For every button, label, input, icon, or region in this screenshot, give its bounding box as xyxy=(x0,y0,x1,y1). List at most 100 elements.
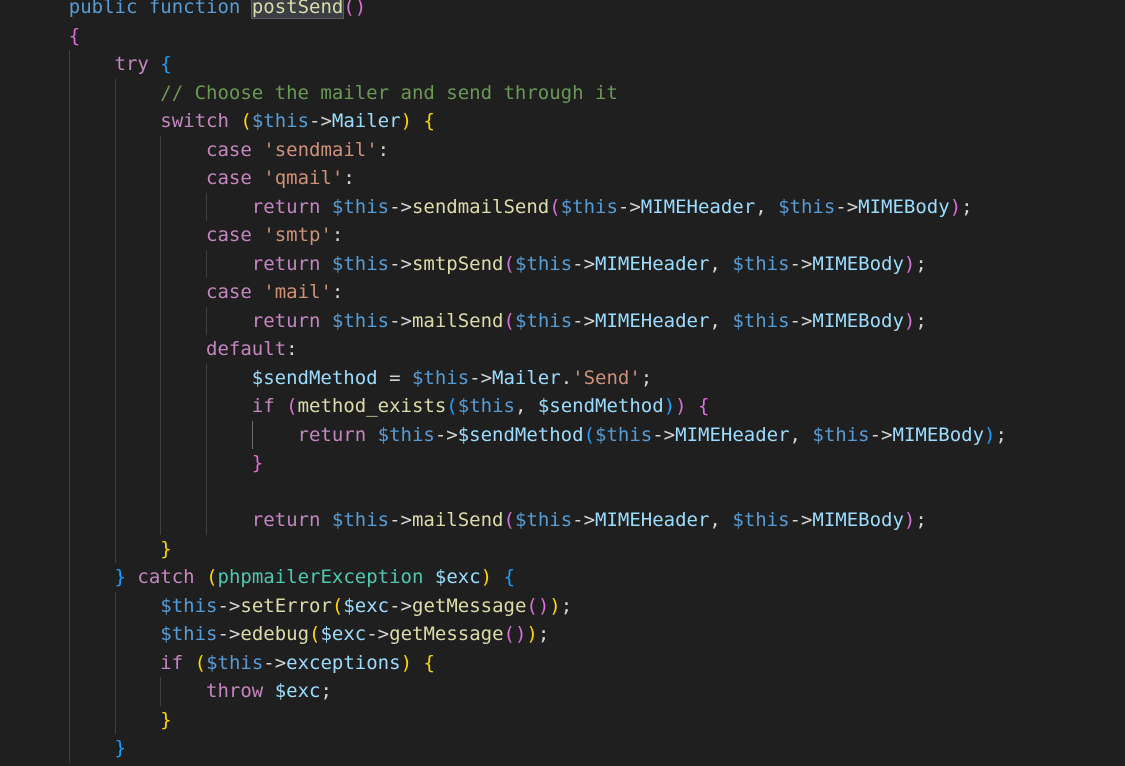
code-token: edebug xyxy=(240,623,310,645)
code-token: -> xyxy=(217,594,241,617)
code-token: ( xyxy=(549,195,561,218)
code-line[interactable]: return $this->sendmailSend($this->MIMEHe… xyxy=(23,193,973,222)
code-token: ( xyxy=(206,566,218,588)
code-line[interactable]: } xyxy=(23,734,126,763)
code-token: smtpSend xyxy=(411,252,504,275)
code-line[interactable]: } xyxy=(23,535,171,564)
code-token: $this xyxy=(514,252,573,275)
code-token: -> xyxy=(835,195,859,218)
code-token: return xyxy=(251,252,321,275)
code-token: $exc xyxy=(343,594,390,617)
code-token: ) xyxy=(903,509,916,531)
code-token: postSend xyxy=(250,0,345,19)
code-token: -> xyxy=(789,509,813,531)
code-token: $exc xyxy=(434,566,481,588)
code-editor[interactable]: public function postSend() { try { // Ch… xyxy=(0,0,1125,766)
code-line[interactable]: $this->edebug($exc->getMessage()); xyxy=(23,620,549,649)
code-token: $exc xyxy=(274,680,321,702)
code-line[interactable]: try { xyxy=(23,50,172,79)
code-token: : xyxy=(331,224,344,246)
code-token: return xyxy=(251,509,321,531)
code-token: ; xyxy=(915,252,927,275)
code-token: -> xyxy=(217,623,241,645)
code-token: { xyxy=(698,395,710,417)
code-token: $this xyxy=(514,509,573,531)
code-token: case xyxy=(206,167,252,189)
code-token: setError xyxy=(240,594,332,617)
code-line[interactable]: case 'mail': xyxy=(23,278,343,307)
code-line[interactable]: case 'qmail': xyxy=(23,164,355,193)
code-line[interactable]: { xyxy=(23,22,80,51)
code-token: $this xyxy=(251,110,310,132)
code-line[interactable]: if (method_exists($this, $sendMethod)) { xyxy=(23,392,710,421)
code-line[interactable]: return $this->smtpSend($this->MIMEHeader… xyxy=(23,250,927,279)
code-token: $this xyxy=(331,509,390,531)
code-token: Mailer xyxy=(492,366,561,389)
code-line[interactable]: public function postSend() xyxy=(23,0,366,22)
code-line[interactable]: case 'sendmail': xyxy=(23,136,389,165)
code-line[interactable]: throw $exc; xyxy=(23,677,332,706)
code-token: $sendMethod xyxy=(457,423,584,446)
code-line[interactable]: $sendMethod = $this->Mailer.'Send'; xyxy=(23,364,652,393)
code-token: ) xyxy=(903,309,916,332)
code-line[interactable]: if ($this->exceptions) { xyxy=(23,649,435,678)
code-token: 'qmail' xyxy=(263,167,344,189)
code-line[interactable]: // Choose the mailer and send through it xyxy=(23,79,618,108)
code-token: -> xyxy=(366,623,390,645)
code-token: , xyxy=(514,395,538,417)
code-line[interactable]: return $this->mailSend($this->MIMEHeader… xyxy=(23,506,927,535)
code-token: $this xyxy=(331,195,390,218)
code-token: ) xyxy=(903,252,916,275)
code-token: $this xyxy=(411,366,470,389)
code-token: . xyxy=(560,366,573,389)
code-token: $this xyxy=(595,423,653,446)
code-token: // Choose the mailer and send through it xyxy=(160,81,618,104)
code-token: { xyxy=(503,566,516,588)
code-token: ) xyxy=(549,594,561,617)
code-token: ) xyxy=(984,423,996,446)
code-token: exceptions xyxy=(286,651,401,674)
code-line[interactable]: } xyxy=(23,449,263,478)
code-token: case xyxy=(206,138,252,161)
code-line[interactable]: switch ($this->Mailer) { xyxy=(23,107,435,136)
code-token: : xyxy=(286,338,298,360)
code-line[interactable]: return $this->$sendMethod($this->MIMEHea… xyxy=(23,421,1007,450)
code-token: MIMEBody xyxy=(892,423,985,446)
code-token: try xyxy=(114,53,149,75)
code-token: : xyxy=(343,167,355,189)
code-token: 'sendmail' xyxy=(263,138,378,161)
code-token: -> xyxy=(572,309,596,332)
code-token: ( xyxy=(503,309,515,332)
code-line[interactable]: return $this->mailSend($this->MIMEHeader… xyxy=(23,307,927,336)
code-token: -> xyxy=(434,423,458,446)
code-line[interactable]: } xyxy=(23,706,171,735)
code-line[interactable]: $this->setError($exc->getMessage()); xyxy=(23,592,572,621)
code-token: ) xyxy=(400,651,413,674)
code-line[interactable]: } catch (phpmailerException $exc) { xyxy=(23,563,516,592)
code-line[interactable]: case 'smtp': xyxy=(23,221,343,250)
code-line[interactable]: default: xyxy=(23,335,298,364)
code-token: ) xyxy=(675,395,687,417)
code-token: default xyxy=(206,338,287,360)
code-token: ; xyxy=(915,509,927,531)
